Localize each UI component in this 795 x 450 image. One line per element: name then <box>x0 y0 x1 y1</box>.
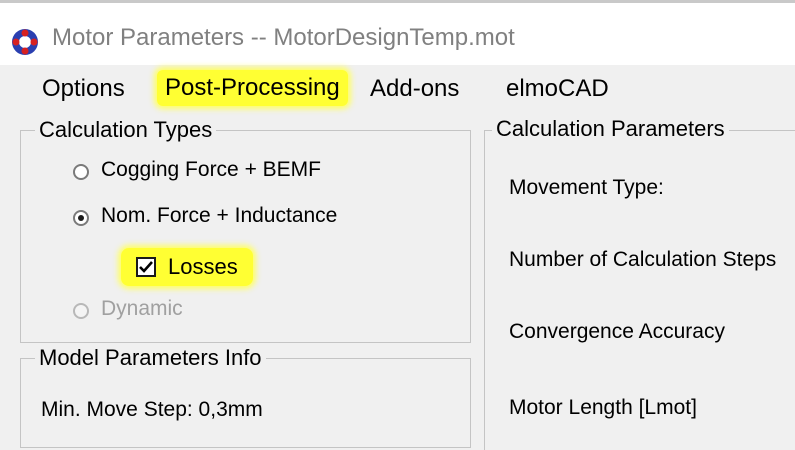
calculation-types-group: Calculation Types Cogging Force + BEMF N… <box>20 117 471 343</box>
dynamic-label: Dynamic <box>101 297 183 320</box>
losses-checkbox[interactable] <box>136 257 156 277</box>
menu-elmocad[interactable]: elmoCAD <box>498 71 617 107</box>
losses-label[interactable]: Losses <box>168 254 238 280</box>
model-parameters-info-group: Model Parameters Info Min. Move Step: 0,… <box>20 345 471 448</box>
convergence-accuracy-label: Convergence Accuracy <box>509 320 725 343</box>
dynamic-radio <box>73 303 89 319</box>
group-left-line <box>484 130 485 450</box>
motor-length-label: Motor Length [Lmot] <box>509 396 697 419</box>
menu-add-ons[interactable]: Add-ons <box>362 71 467 107</box>
title-bar: Motor Parameters -- MotorDesignTemp.mot <box>0 0 795 65</box>
menu-options[interactable]: Options <box>34 71 133 107</box>
window-title: Motor Parameters -- MotorDesignTemp.mot <box>52 24 515 51</box>
calculation-types-label: Calculation Types <box>35 117 217 143</box>
movement-type-label: Movement Type: <box>509 176 664 199</box>
calculation-parameters-panel: Calculation Parameters Movement Type: Nu… <box>476 115 795 450</box>
model-parameters-info-label: Model Parameters Info <box>35 345 266 371</box>
app-logo-icon <box>12 29 38 55</box>
calculation-steps-label: Number of Calculation Steps <box>509 248 777 271</box>
menu-post-processing[interactable]: Post-Processing <box>157 70 348 106</box>
calculation-parameters-label: Calculation Parameters <box>492 116 729 142</box>
nom-force-radio[interactable] <box>73 210 89 226</box>
cogging-force-label[interactable]: Cogging Force + BEMF <box>101 158 321 182</box>
checkmark-icon <box>139 261 153 273</box>
menu-bar: Options Post-Processing Add-ons elmoCAD <box>0 65 795 113</box>
nom-force-label[interactable]: Nom. Force + Inductance <box>101 204 337 228</box>
cogging-force-radio[interactable] <box>73 164 89 180</box>
min-move-step-text: Min. Move Step: 0,3mm <box>41 398 263 421</box>
